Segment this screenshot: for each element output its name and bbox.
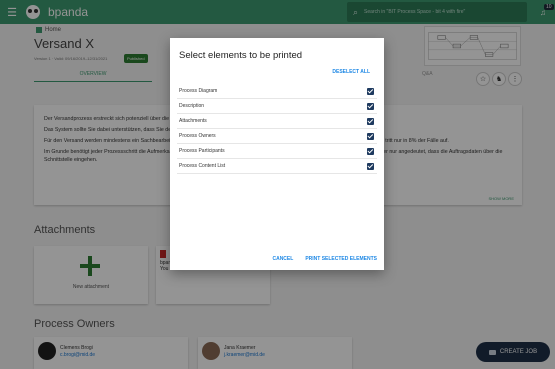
- checkbox-process-content-list[interactable]: [367, 162, 374, 170]
- dialog-actions: CANCEL PRINT SELECTED ELEMENTS: [272, 256, 377, 262]
- list-item[interactable]: Process Diagram: [177, 84, 377, 99]
- item-label: Description: [179, 103, 205, 109]
- dialog-title: Select elements to be printed: [179, 50, 303, 61]
- item-label: Process Participants: [179, 148, 225, 154]
- checkbox-process-diagram[interactable]: [367, 87, 374, 95]
- checkbox-description[interactable]: [367, 102, 374, 110]
- print-element-list: Process Diagram Description Attachments …: [177, 84, 377, 174]
- deselect-all-button[interactable]: DESELECT ALL: [332, 69, 370, 75]
- checkbox-process-owners[interactable]: [367, 132, 374, 140]
- print-dialog: Select elements to be printed DESELECT A…: [170, 38, 384, 270]
- cancel-button[interactable]: CANCEL: [272, 256, 293, 262]
- item-label: Process Owners: [179, 133, 216, 139]
- list-item[interactable]: Process Owners: [177, 129, 377, 144]
- item-label: Process Content List: [179, 163, 226, 169]
- checkbox-attachments[interactable]: [367, 117, 374, 125]
- list-item[interactable]: Description: [177, 99, 377, 114]
- print-selected-button[interactable]: PRINT SELECTED ELEMENTS: [305, 256, 377, 262]
- item-label: Process Diagram: [179, 88, 218, 94]
- item-label: Attachments: [179, 118, 207, 124]
- list-item[interactable]: Process Participants: [177, 144, 377, 159]
- list-item[interactable]: Attachments: [177, 114, 377, 129]
- list-item[interactable]: Process Content List: [177, 159, 377, 174]
- checkbox-process-participants[interactable]: [367, 147, 374, 155]
